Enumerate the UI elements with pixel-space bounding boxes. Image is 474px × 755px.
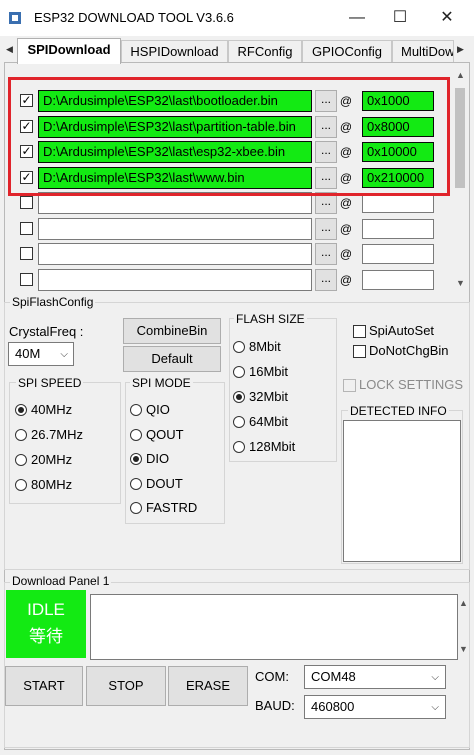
- com-port-select[interactable]: COM48 ⌵: [304, 665, 446, 689]
- spi-speed-option-label: 80MHz: [31, 477, 73, 492]
- com-port-value: COM48: [311, 669, 356, 684]
- log-scrollbar[interactable]: ▲ ▼: [458, 598, 468, 658]
- flash-size-title: FLASH SIZE: [234, 312, 307, 326]
- spi-mode-option-label: FASTRD: [146, 500, 198, 515]
- crystal-freq-select[interactable]: 40M ⌵: [8, 342, 74, 366]
- tab-scroll-right-icon[interactable]: ▶: [457, 44, 464, 55]
- spi-speed-option-radio[interactable]: [15, 454, 27, 466]
- spi-speed-option-radio[interactable]: [15, 429, 27, 441]
- flash-size-option-radio[interactable]: [233, 341, 245, 353]
- spi-mode-title: SPI MODE: [130, 376, 193, 390]
- spi-auto-set-checkbox[interactable]: [353, 325, 366, 338]
- spi-mode-option-radio[interactable]: [130, 502, 142, 514]
- minimize-button[interactable]: —: [334, 0, 380, 36]
- baud-rate-value: 460800: [311, 699, 355, 714]
- flash-address-input[interactable]: [362, 219, 434, 239]
- spi-speed-title: SPI SPEED: [16, 376, 84, 390]
- app-icon: [9, 12, 21, 24]
- erase-button[interactable]: ERASE: [168, 666, 248, 706]
- flash-address-input[interactable]: [362, 270, 434, 290]
- lock-settings-checkbox[interactable]: [343, 379, 356, 392]
- flash-address-input[interactable]: [362, 244, 434, 264]
- baud-label: BAUD:: [255, 698, 295, 713]
- flash-address-input[interactable]: [362, 193, 434, 213]
- spi-mode-option-radio[interactable]: [130, 428, 142, 441]
- tab-gpioconfig[interactable]: GPIOConfig: [302, 40, 392, 62]
- chevron-down-icon: ⌵: [60, 349, 68, 360]
- file-enable-checkbox[interactable]: [20, 196, 33, 209]
- flash-size-option-label: 16Mbit: [249, 364, 289, 379]
- flash-size-option-radio[interactable]: [233, 441, 245, 453]
- baud-rate-select[interactable]: 460800 ⌵: [304, 695, 446, 719]
- at-symbol: @: [339, 196, 353, 210]
- spi-mode-option-label: DIO: [146, 451, 170, 466]
- start-button[interactable]: START: [5, 666, 83, 706]
- spi-speed-option-label: 40MHz: [31, 402, 73, 417]
- lock-settings-label: LOCK SETTINGS: [359, 377, 464, 392]
- spi-mode-option-label: DOUT: [146, 475, 183, 491]
- flash-size-option-radio[interactable]: [233, 366, 245, 378]
- do-not-chg-bin-checkbox[interactable]: [353, 345, 366, 358]
- spi-mode-option-radio[interactable]: [130, 404, 142, 416]
- tab-spidownload[interactable]: SPIDownload: [17, 38, 121, 64]
- download-log-textbox[interactable]: [90, 594, 458, 660]
- spi-speed-option-label: 26.7MHz: [31, 427, 84, 442]
- tab-scroll-left-icon[interactable]: ◀: [6, 44, 13, 55]
- file-path-input[interactable]: [38, 243, 312, 265]
- default-button[interactable]: Default: [123, 346, 221, 372]
- window-title: ESP32 DOWNLOAD TOOL V3.6.6: [34, 10, 234, 25]
- at-symbol: @: [339, 273, 353, 287]
- flash-size-option-label: 8Mbit: [249, 339, 281, 354]
- stop-button[interactable]: STOP: [86, 666, 166, 706]
- file-enable-checkbox[interactable]: [20, 247, 33, 260]
- chevron-down-icon: ⌵: [431, 702, 439, 713]
- browse-file-button[interactable]: ...: [315, 218, 337, 240]
- spi-speed-option-radio[interactable]: [15, 479, 27, 491]
- spi-mode-option-label: QIO: [146, 402, 170, 417]
- spi-speed-option-label: 20MHz: [31, 452, 73, 467]
- spi-mode-option-radio[interactable]: [130, 453, 142, 465]
- scroll-down-icon[interactable]: ▼: [456, 278, 465, 288]
- file-enable-checkbox[interactable]: [20, 273, 33, 286]
- crystal-freq-label: CrystalFreq :: [9, 324, 84, 339]
- status-text: IDLE: [27, 600, 65, 619]
- tab-multidownload[interactable]: MultiDow: [392, 40, 454, 62]
- tab-hspidownload[interactable]: HSPIDownload: [121, 40, 228, 62]
- download-panel-title: Download Panel 1: [10, 574, 112, 588]
- tab-rfconfig[interactable]: RFConfig: [228, 40, 302, 62]
- flash-size-option-label: 32Mbit: [249, 389, 289, 404]
- flash-size-option-radio[interactable]: [233, 416, 245, 428]
- detected-info-title: DETECTED INFO: [348, 404, 449, 418]
- com-label: COM:: [255, 669, 289, 684]
- detected-info-textbox[interactable]: [343, 420, 461, 562]
- do-not-chg-bin-label: DoNotChgBin: [369, 343, 449, 358]
- scrollbar-thumb[interactable]: [455, 88, 465, 188]
- spi-auto-set-label: SpiAutoSet: [369, 323, 435, 338]
- flash-size-option-label: 64Mbit: [249, 414, 289, 429]
- scroll-up-icon[interactable]: ▲: [456, 70, 465, 80]
- chevron-down-icon: ⌵: [431, 672, 439, 683]
- spi-flash-config-title: SpiFlashConfig: [10, 295, 96, 309]
- flash-size-option-radio[interactable]: [233, 391, 245, 403]
- file-path-input[interactable]: [38, 269, 312, 291]
- scroll-down-icon[interactable]: ▼: [459, 644, 468, 654]
- browse-file-button[interactable]: ...: [315, 243, 337, 265]
- at-symbol: @: [339, 222, 353, 236]
- at-symbol: @: [339, 247, 353, 261]
- status-text-chinese: 等待: [29, 627, 63, 646]
- flash-size-option-label: 128Mbit: [249, 439, 296, 454]
- spi-mode-option-radio[interactable]: [130, 477, 142, 490]
- spi-mode-option-label: QOUT: [146, 426, 184, 442]
- file-enable-checkbox[interactable]: [20, 222, 33, 235]
- close-button[interactable]: ✕: [424, 0, 470, 36]
- highlight-box: [8, 77, 450, 196]
- crystal-freq-value: 40M: [15, 346, 41, 361]
- combine-bin-button[interactable]: CombineBin: [123, 318, 221, 344]
- scroll-up-icon[interactable]: ▲: [459, 598, 468, 608]
- spi-speed-option-radio[interactable]: [15, 404, 27, 416]
- file-path-input[interactable]: [38, 218, 312, 240]
- maximize-button[interactable]: ☐: [377, 0, 423, 36]
- browse-file-button[interactable]: ...: [315, 269, 337, 291]
- status-indicator: IDLE 等待: [6, 590, 86, 658]
